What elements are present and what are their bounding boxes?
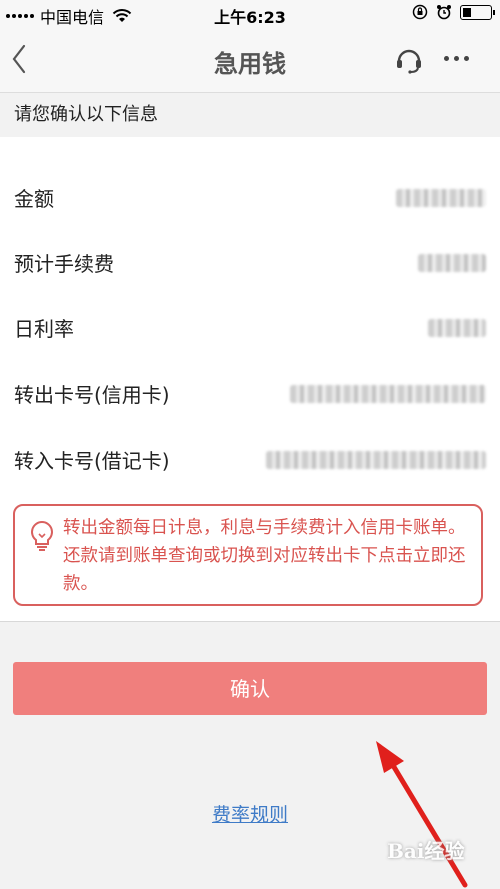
notice-box: 转出金额每日计息，利息与手续费计入信用卡账单。还款请到账单查询或切换到对应转出卡… <box>13 504 483 606</box>
alarm-icon <box>437 5 451 20</box>
detail-label-out-card: 转出卡号(信用卡) <box>14 383 170 407</box>
status-bar: 中国电信 上午6:23 <box>0 0 500 28</box>
detail-row-amount: 金额 <box>0 177 500 217</box>
redacted-value <box>428 319 486 337</box>
detail-label-fee: 预计手续费 <box>14 252 114 276</box>
section-header: 请您确认以下信息 <box>0 93 500 137</box>
divider <box>0 621 500 622</box>
status-right <box>412 4 495 20</box>
redacted-value <box>396 189 486 207</box>
section-header-text: 请您确认以下信息 <box>14 104 158 125</box>
redacted-value <box>418 254 486 272</box>
detail-label-amount: 金额 <box>14 187 54 211</box>
battery-icon <box>460 4 495 20</box>
more-icon[interactable] <box>444 56 469 61</box>
detail-row-in-card: 转入卡号(借记卡) <box>0 439 500 479</box>
headset-icon[interactable] <box>395 45 423 75</box>
detail-row-daily-rate: 日利率 <box>0 307 500 347</box>
detail-label-daily-rate: 日利率 <box>14 317 74 341</box>
nav-bar: 急用钱 <box>0 28 500 93</box>
notice-text: 转出金额每日计息，利息与手续费计入信用卡账单。还款请到账单查询或切换到对应转出卡… <box>63 518 466 594</box>
watermark: Bai经验 <box>387 839 465 863</box>
redacted-value <box>266 451 486 469</box>
orientation-lock-icon <box>412 4 428 20</box>
page-title: 急用钱 <box>214 50 286 78</box>
confirm-button[interactable]: 确认 <box>13 662 487 715</box>
detail-row-out-card: 转出卡号(信用卡) <box>0 373 500 413</box>
detail-row-fee: 预计手续费 <box>0 242 500 282</box>
lightbulb-icon <box>31 520 53 551</box>
redacted-value <box>290 385 486 403</box>
detail-label-in-card: 转入卡号(借记卡) <box>14 449 170 473</box>
annotation-arrow-icon <box>376 741 468 888</box>
